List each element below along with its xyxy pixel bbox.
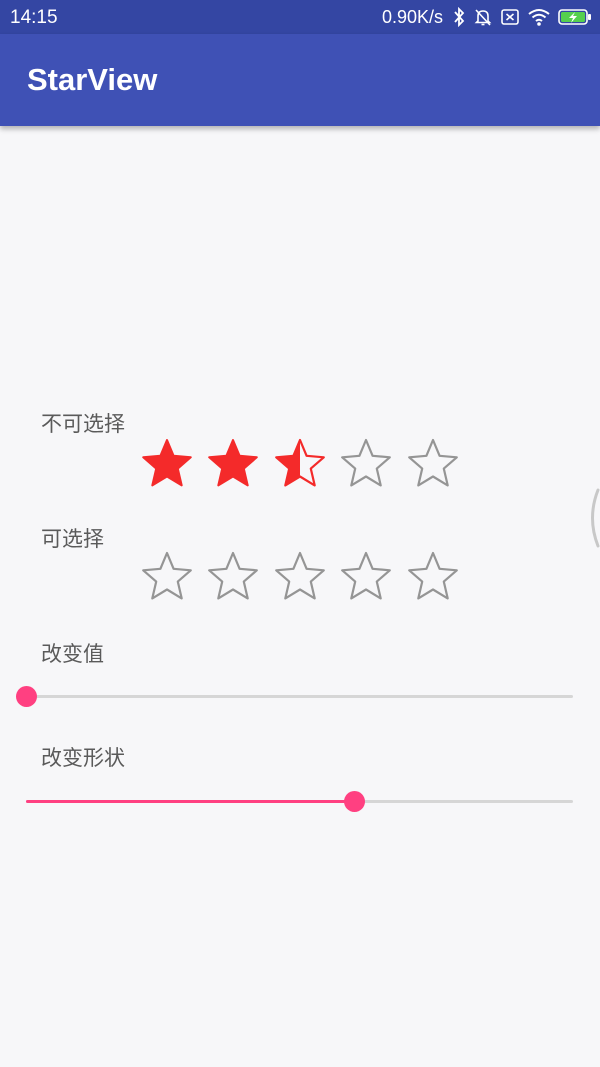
- sim-off-icon: [500, 7, 520, 27]
- rating-star-1: [140, 437, 194, 491]
- selectable-star-rating[interactable]: [140, 550, 470, 606]
- rating-star-2: [206, 437, 260, 491]
- battery-charging-icon: [558, 7, 592, 27]
- slider-thumb[interactable]: [16, 686, 37, 707]
- app-bar: StarView: [0, 34, 600, 126]
- readonly-rating-label: 不可选择: [41, 412, 125, 436]
- change-value-label: 改变值: [41, 642, 104, 666]
- app-title: StarView: [27, 62, 158, 97]
- rating-star-5: [406, 437, 460, 491]
- status-bar: 14:15 0.90K/s: [0, 0, 600, 34]
- selectable-rating-label: 可选择: [41, 527, 104, 551]
- slider-track: [26, 695, 573, 698]
- change-value-slider[interactable]: [16, 682, 573, 712]
- network-speed: 0.90K/s: [381, 6, 443, 27]
- status-time: 14:15: [10, 7, 58, 28]
- rating-star-2[interactable]: [206, 550, 260, 604]
- slider-thumb[interactable]: [344, 791, 366, 812]
- rating-star-5[interactable]: [406, 550, 460, 604]
- wifi-icon: [527, 7, 551, 27]
- edge-swipe-handle[interactable]: [584, 487, 600, 549]
- rating-star-3[interactable]: [273, 550, 327, 604]
- change-shape-label: 改变形状: [41, 746, 125, 770]
- rating-star-1[interactable]: [140, 550, 194, 604]
- rating-star-4: [339, 437, 393, 491]
- bluetooth-icon: [452, 7, 466, 27]
- rating-star-3: [273, 437, 327, 491]
- change-shape-slider[interactable]: [26, 787, 573, 817]
- status-icons: 0.90K/s: [382, 5, 592, 29]
- readonly-star-rating: [140, 437, 470, 493]
- slider-progress: [26, 800, 355, 803]
- rating-star-4[interactable]: [339, 550, 393, 604]
- alarm-off-icon: [473, 7, 493, 27]
